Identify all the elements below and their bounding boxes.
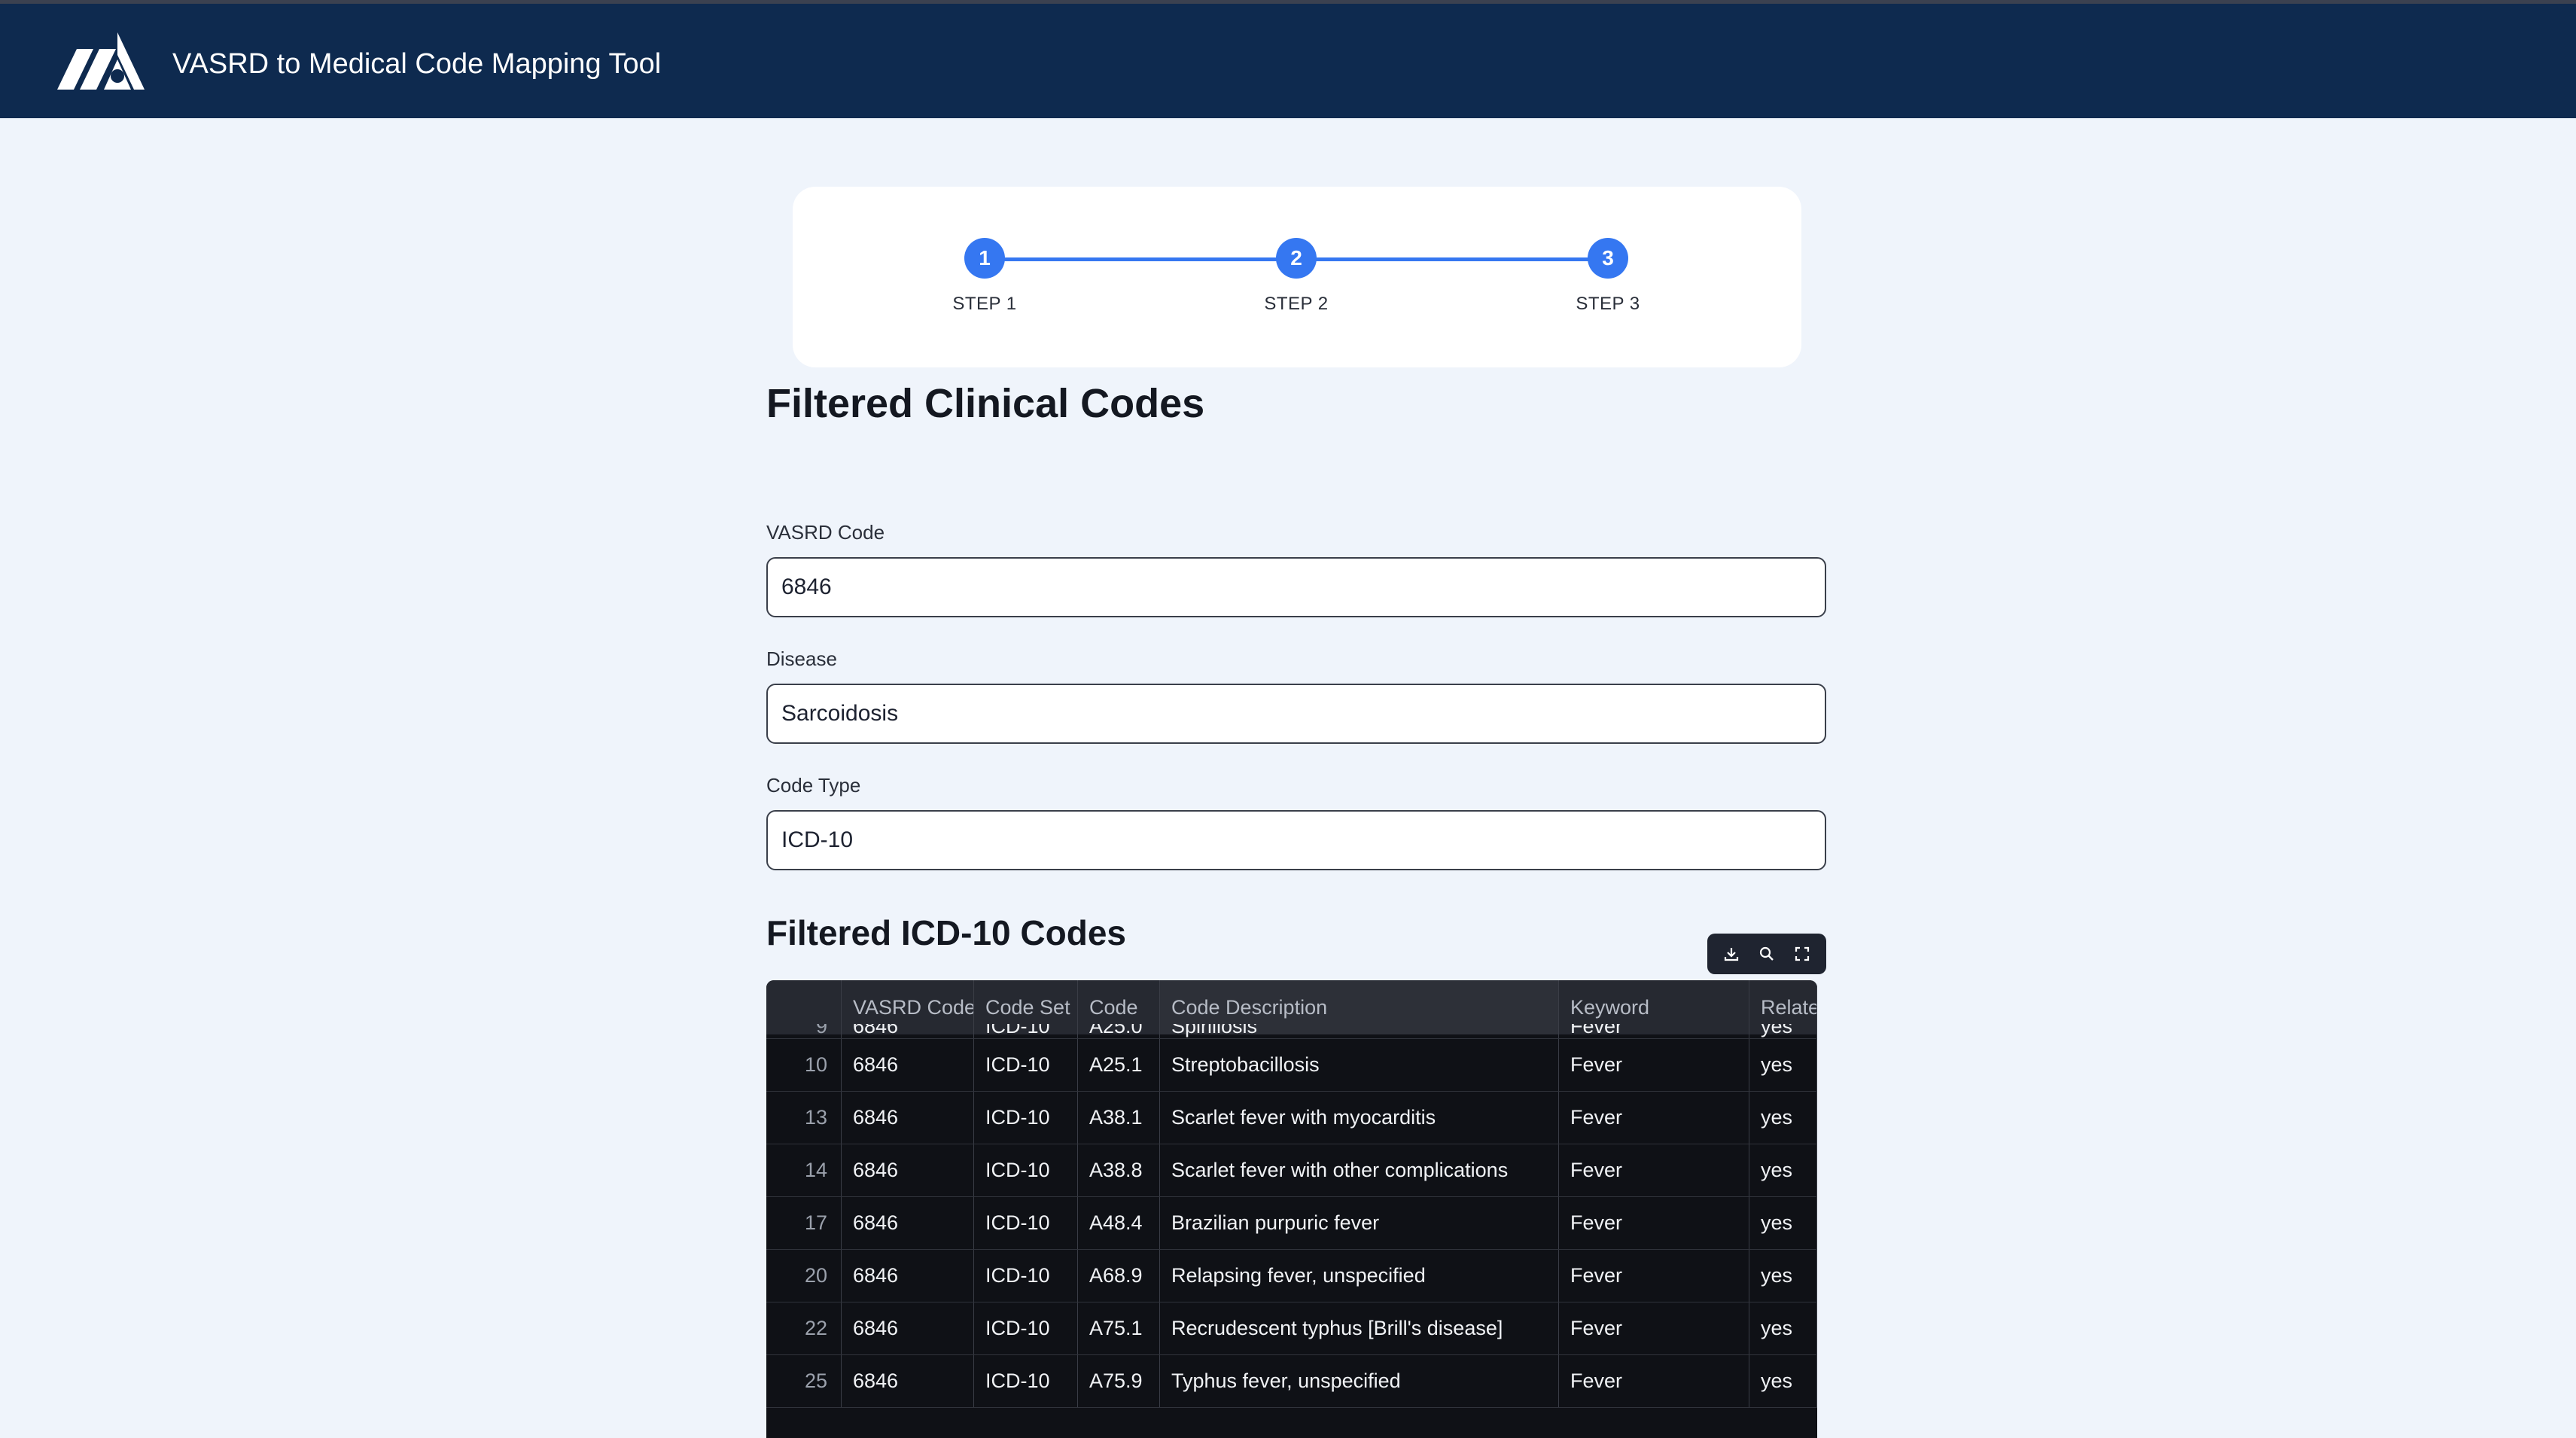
cell-code-description: Scarlet fever with myocarditis: [1160, 1092, 1559, 1144]
cell-related: yes: [1749, 1092, 1817, 1144]
cell-keyword: Fever: [1559, 1355, 1749, 1407]
cell-vasrd-code: 6846: [842, 1024, 974, 1038]
step-2-circle[interactable]: 2: [1276, 238, 1317, 279]
cell-keyword: Fever: [1559, 1024, 1749, 1038]
cell-vasrd-code: 6846: [842, 1039, 974, 1091]
step-3-label: STEP 3: [1576, 294, 1640, 314]
code-type-input[interactable]: [766, 810, 1826, 870]
cell-code-description: Typhus fever, unspecified: [1160, 1355, 1559, 1407]
cell-code: A75.1: [1078, 1302, 1160, 1354]
step-1-circle[interactable]: 1: [964, 238, 1005, 279]
row-index: 20: [766, 1250, 842, 1302]
cell-vasrd-code: 6846: [842, 1092, 974, 1144]
row-index: 13: [766, 1092, 842, 1144]
cell-keyword: Fever: [1559, 1092, 1749, 1144]
table-toolbar: [1707, 934, 1826, 974]
step-3-circle[interactable]: 3: [1588, 238, 1628, 279]
disease-input[interactable]: [766, 684, 1826, 744]
cell-code-set: ICD-10: [974, 1039, 1078, 1091]
cell-keyword: Fever: [1559, 1302, 1749, 1354]
row-index: 22: [766, 1302, 842, 1354]
table-row[interactable]: 17 6846 ICD-10 A48.4 Brazilian purpuric …: [766, 1197, 1817, 1250]
cell-vasrd-code: 6846: [842, 1197, 974, 1249]
cell-code-set: ICD-10: [974, 1355, 1078, 1407]
page-title: Filtered Clinical Codes: [766, 381, 1205, 426]
cell-code-description: Spirillosis: [1160, 1024, 1559, 1038]
fullscreen-button[interactable]: [1789, 940, 1816, 967]
row-index: 14: [766, 1144, 842, 1196]
cell-code: A75.9: [1078, 1355, 1160, 1407]
fullscreen-icon: [1795, 946, 1810, 961]
cell-keyword: Fever: [1559, 1197, 1749, 1249]
cell-related: yes: [1749, 1144, 1817, 1196]
cell-code-description: Relapsing fever, unspecified: [1160, 1250, 1559, 1302]
table-body: 9 6846 ICD-10 A25.0 Spirillosis Fever ye…: [766, 1024, 1817, 1408]
cell-vasrd-code: 6846: [842, 1250, 974, 1302]
cell-code: A38.1: [1078, 1092, 1160, 1144]
cell-code-description: Recrudescent typhus [Brill's disease]: [1160, 1302, 1559, 1354]
table-row[interactable]: 13 6846 ICD-10 A38.1 Scarlet fever with …: [766, 1092, 1817, 1144]
cell-code-description: Brazilian purpuric fever: [1160, 1197, 1559, 1249]
cell-code-description: Scarlet fever with other complications: [1160, 1144, 1559, 1196]
cell-code: A68.9: [1078, 1250, 1160, 1302]
cell-code-set: ICD-10: [974, 1092, 1078, 1144]
cell-code: A25.1: [1078, 1039, 1160, 1091]
app-header: VASRD to Medical Code Mapping Tool: [0, 4, 2576, 118]
code-type-label: Code Type: [766, 774, 861, 797]
download-button[interactable]: [1718, 940, 1745, 967]
row-index: 9: [766, 1024, 842, 1038]
table-row[interactable]: 14 6846 ICD-10 A38.8 Scarlet fever with …: [766, 1144, 1817, 1197]
cell-code-set: ICD-10: [974, 1302, 1078, 1354]
cell-related: yes: [1749, 1302, 1817, 1354]
step-connector: [1296, 257, 1588, 261]
download-icon: [1724, 948, 1738, 961]
cell-keyword: Fever: [1559, 1144, 1749, 1196]
search-icon: [1759, 946, 1774, 961]
table-title: Filtered ICD-10 Codes: [766, 913, 1126, 952]
row-index: 17: [766, 1197, 842, 1249]
vasrd-code-input[interactable]: [766, 557, 1826, 617]
step-connector: [985, 257, 1277, 261]
cell-vasrd-code: 6846: [842, 1355, 974, 1407]
row-index: 25: [766, 1355, 842, 1407]
disease-label: Disease: [766, 647, 837, 670]
search-button[interactable]: [1753, 940, 1780, 967]
cell-code-set: ICD-10: [974, 1197, 1078, 1249]
vasrd-code-label: VASRD Code: [766, 521, 885, 544]
cell-code-set: ICD-10: [974, 1024, 1078, 1038]
table-row[interactable]: 10 6846 ICD-10 A25.1 Streptobacillosis F…: [766, 1039, 1817, 1092]
cell-code: A38.8: [1078, 1144, 1160, 1196]
row-index: 10: [766, 1039, 842, 1091]
cell-code: A25.0: [1078, 1024, 1160, 1038]
cell-vasrd-code: 6846: [842, 1144, 974, 1196]
table-row[interactable]: 20 6846 ICD-10 A68.9 Relapsing fever, un…: [766, 1250, 1817, 1302]
table-row[interactable]: 25 6846 ICD-10 A75.9 Typhus fever, unspe…: [766, 1355, 1817, 1408]
step-1-label: STEP 1: [952, 294, 1017, 314]
cell-related: yes: [1749, 1039, 1817, 1091]
cell-code-set: ICD-10: [974, 1144, 1078, 1196]
table-row[interactable]: 9 6846 ICD-10 A25.0 Spirillosis Fever ye…: [766, 1024, 1817, 1039]
codes-table[interactable]: VASRD Code Code Set Code Code Descriptio…: [766, 980, 1817, 1438]
cell-related: yes: [1749, 1024, 1817, 1038]
cell-keyword: Fever: [1559, 1039, 1749, 1091]
logo-icon: [57, 32, 145, 90]
cell-code-description: Streptobacillosis: [1160, 1039, 1559, 1091]
cell-related: yes: [1749, 1197, 1817, 1249]
table-row[interactable]: 22 6846 ICD-10 A75.1 Recrudescent typhus…: [766, 1302, 1817, 1355]
app-title: VASRD to Medical Code Mapping Tool: [172, 48, 662, 80]
cell-code: A48.4: [1078, 1197, 1160, 1249]
step-2-label: STEP 2: [1264, 294, 1329, 314]
cell-related: yes: [1749, 1250, 1817, 1302]
cell-keyword: Fever: [1559, 1250, 1749, 1302]
cell-vasrd-code: 6846: [842, 1302, 974, 1354]
cell-code-set: ICD-10: [974, 1250, 1078, 1302]
cell-related: yes: [1749, 1355, 1817, 1407]
